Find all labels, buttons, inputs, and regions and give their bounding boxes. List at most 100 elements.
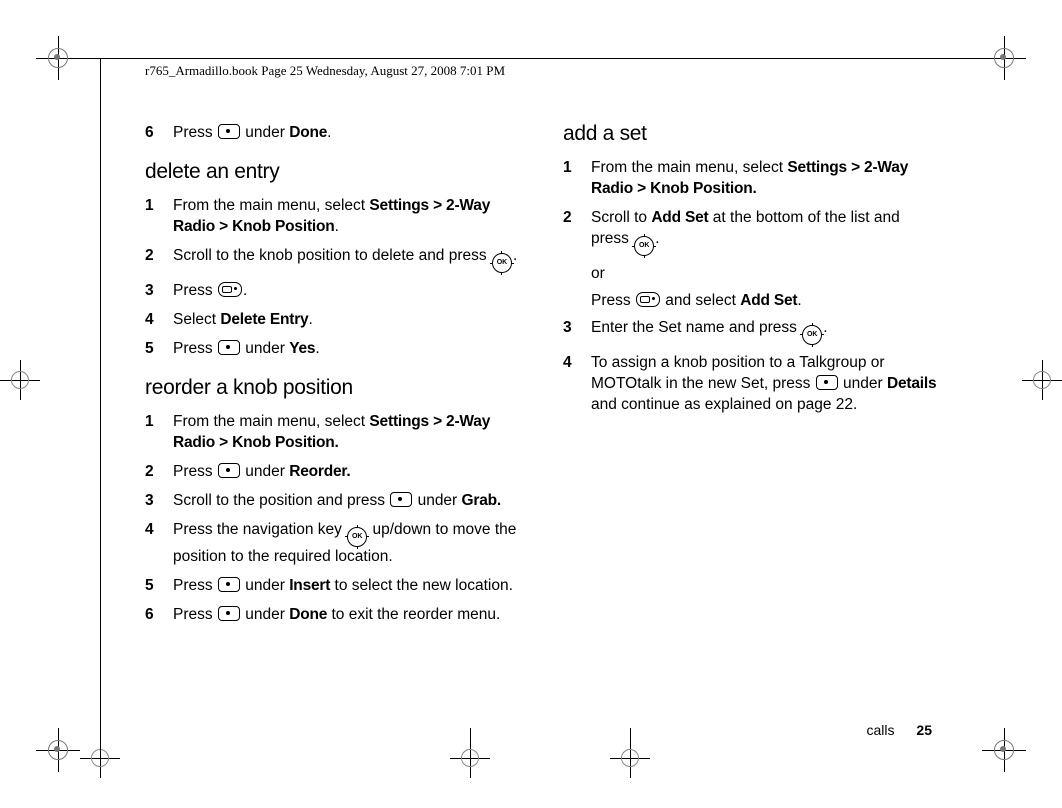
text: Press bbox=[173, 124, 217, 141]
heading-reorder: reorder a knob position bbox=[145, 374, 519, 402]
bold-text: Done bbox=[289, 606, 327, 623]
reorder-step-2: 2 Press under Reorder. bbox=[145, 462, 519, 483]
step-number: 4 bbox=[563, 353, 591, 416]
step-body: To assign a knob position to a Talkgroup… bbox=[591, 353, 937, 416]
heading-add-set: add a set bbox=[563, 120, 937, 148]
step-body: Press under Insert to select the new loc… bbox=[173, 576, 519, 597]
text: Press bbox=[591, 292, 635, 309]
step-body: From the main menu, select Settings > 2-… bbox=[591, 158, 937, 200]
crop-mark-top-right bbox=[982, 36, 1026, 80]
text: . bbox=[315, 340, 319, 357]
bold-text: Grab. bbox=[462, 492, 501, 509]
addset-step-1: 1 From the main menu, select Settings > … bbox=[563, 158, 937, 200]
text: under bbox=[839, 375, 887, 392]
bold-text: Delete Entry bbox=[220, 311, 308, 328]
crop-mark-left bbox=[0, 360, 40, 400]
step-number: 1 bbox=[145, 412, 173, 454]
addset-step-2-or: or bbox=[591, 264, 937, 285]
crop-mark-top-left bbox=[36, 36, 80, 80]
text: Scroll to the position and press bbox=[173, 492, 389, 509]
crop-mark-bottom-2 bbox=[450, 728, 490, 778]
text: From the main menu, select bbox=[591, 159, 787, 176]
text: . bbox=[327, 124, 331, 141]
bold-text: Yes bbox=[289, 340, 315, 357]
step-body: Press under Reorder. bbox=[173, 462, 519, 483]
heading-delete-entry: delete an entry bbox=[145, 158, 519, 186]
step-body: Press the navigation key up/down to move… bbox=[173, 520, 519, 568]
text: under bbox=[241, 124, 289, 141]
crop-mark-right bbox=[1022, 360, 1062, 400]
page-number: 25 bbox=[916, 722, 932, 738]
ok-key-icon bbox=[492, 253, 512, 273]
step-body: Press under Yes. bbox=[173, 339, 519, 360]
text: . bbox=[655, 230, 659, 247]
ok-key-icon bbox=[802, 325, 822, 345]
text: and continue as explained on page 22. bbox=[591, 396, 857, 413]
step-number: 2 bbox=[145, 462, 173, 483]
step-body: Scroll to the knob position to delete an… bbox=[173, 246, 519, 273]
step-body: Scroll to Add Set at the bottom of the l… bbox=[591, 208, 937, 256]
text: . bbox=[823, 319, 827, 336]
step-body: Select Delete Entry. bbox=[173, 310, 519, 331]
crop-mark-bottom-left bbox=[36, 728, 80, 772]
text: Press bbox=[173, 282, 217, 299]
crop-mark-bottom-right bbox=[982, 728, 1026, 772]
addset-step-2: 2 Scroll to Add Set at the bottom of the… bbox=[563, 208, 937, 256]
step-body: From the main menu, select Settings > 2-… bbox=[173, 196, 519, 238]
step-number: 5 bbox=[145, 576, 173, 597]
text: . bbox=[335, 218, 339, 235]
step-body: From the main menu, select Settings > 2-… bbox=[173, 412, 519, 454]
step-body: Press under Done. bbox=[173, 123, 519, 144]
bold-text: Add Set bbox=[651, 209, 708, 226]
step-number: 1 bbox=[145, 196, 173, 238]
delete-step-3: 3 Press . bbox=[145, 281, 519, 302]
text: From the main menu, select bbox=[173, 413, 369, 430]
text: . bbox=[797, 292, 801, 309]
delete-step-4: 4 Select Delete Entry. bbox=[145, 310, 519, 331]
reorder-step-6: 6 Press under Done to exit the reorder m… bbox=[145, 605, 519, 626]
text: Select bbox=[173, 311, 220, 328]
step-body: Press under Done to exit the reorder men… bbox=[173, 605, 519, 626]
ok-key-icon bbox=[634, 236, 654, 256]
addset-step-4: 4 To assign a knob position to a Talkgro… bbox=[563, 353, 937, 416]
header-text: r765_Armadillo.book Page 25 Wednesday, A… bbox=[145, 62, 505, 80]
step-number: 5 bbox=[145, 339, 173, 360]
text: . bbox=[243, 282, 247, 299]
delete-step-5: 5 Press under Yes. bbox=[145, 339, 519, 360]
reorder-step-4: 4 Press the navigation key up/down to mo… bbox=[145, 520, 519, 568]
step-body: Scroll to the position and press under G… bbox=[173, 491, 519, 512]
prior-step-6: 6 Press under Done. bbox=[145, 123, 519, 144]
step-number: 1 bbox=[563, 158, 591, 200]
step-body: Press . bbox=[173, 281, 519, 302]
step-number: 2 bbox=[145, 246, 173, 273]
text: Press the navigation key bbox=[173, 521, 346, 538]
bold-text: Done bbox=[289, 124, 327, 141]
bold-text: Add Set bbox=[740, 292, 797, 309]
ok-key-icon bbox=[347, 527, 367, 547]
text: to exit the reorder menu. bbox=[327, 606, 500, 623]
header-rule bbox=[80, 58, 982, 59]
menu-key-icon bbox=[218, 282, 242, 297]
step-number: 4 bbox=[145, 520, 173, 568]
text: under bbox=[241, 577, 289, 594]
text: under bbox=[241, 340, 289, 357]
bold-text: Reorder. bbox=[289, 463, 350, 480]
text: Press bbox=[173, 577, 217, 594]
bold-text: Details bbox=[887, 375, 936, 392]
text: From the main menu, select bbox=[173, 197, 369, 214]
softkey-icon bbox=[218, 463, 240, 478]
text: under bbox=[241, 463, 289, 480]
step-number: 4 bbox=[145, 310, 173, 331]
reorder-step-1: 1 From the main menu, select Settings > … bbox=[145, 412, 519, 454]
delete-step-1: 1 From the main menu, select Settings > … bbox=[145, 196, 519, 238]
addset-step-2-alt: Press and select Add Set. bbox=[591, 291, 937, 312]
text: Press bbox=[173, 606, 217, 623]
text: . bbox=[308, 311, 312, 328]
softkey-icon bbox=[816, 375, 838, 390]
text: and select bbox=[661, 292, 740, 309]
step-number: 3 bbox=[563, 318, 591, 345]
text: under bbox=[241, 606, 289, 623]
text: under bbox=[413, 492, 461, 509]
footer-section: calls bbox=[867, 722, 895, 738]
addset-step-3: 3 Enter the Set name and press . bbox=[563, 318, 937, 345]
